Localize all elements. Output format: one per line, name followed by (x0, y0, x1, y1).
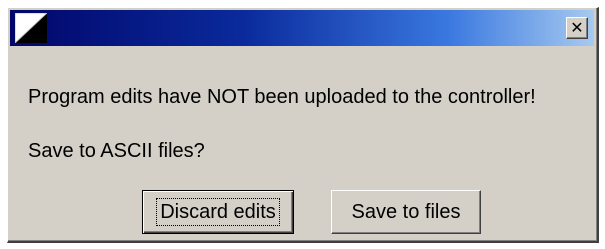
discard-edits-button[interactable]: Discard edits (142, 190, 294, 234)
dialog-window: ✕ Program edits have NOT been uploaded t… (7, 7, 599, 243)
app-icon (14, 12, 49, 45)
message-warning: Program edits have NOT been uploaded to … (28, 86, 536, 108)
save-to-files-button[interactable]: Save to files (331, 190, 481, 234)
close-icon: ✕ (570, 18, 584, 37)
discard-edits-label: Discard edits (156, 198, 280, 226)
save-to-files-label: Save to files (351, 200, 461, 223)
title-bar[interactable]: ✕ (10, 10, 594, 46)
close-button[interactable]: ✕ (566, 17, 588, 39)
message-question: Save to ASCII files? (28, 140, 205, 162)
